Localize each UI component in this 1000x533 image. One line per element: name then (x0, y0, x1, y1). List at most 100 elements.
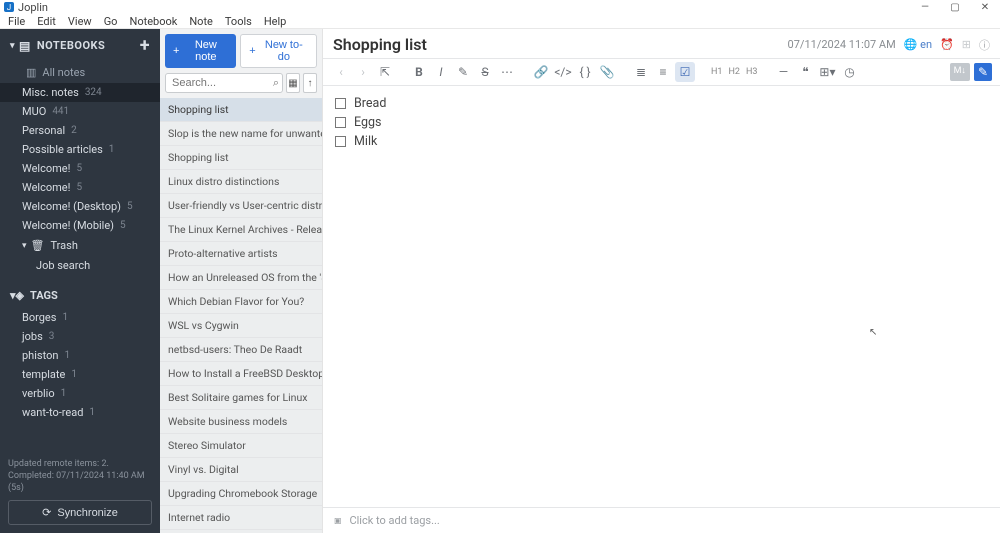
tags-header[interactable]: ▾ ◈ TAGS (0, 283, 160, 308)
menu-go[interactable]: Go (98, 15, 124, 28)
menu-edit[interactable]: Edit (31, 15, 62, 28)
note-list-item[interactable]: Shopping list (160, 98, 322, 122)
note-date: 07/11/2024 11:07 AM (788, 38, 896, 51)
bullet-list-button[interactable]: ≣ (631, 62, 651, 82)
search-icon[interactable]: ⌕ (273, 76, 279, 90)
note-list-item[interactable]: Best Solitaire games for Linux (160, 386, 322, 410)
notebook-item[interactable]: Misc. notes324 (0, 83, 160, 102)
more-format-button[interactable]: ⋯ (497, 62, 517, 82)
highlight-button[interactable]: ✎ (453, 62, 473, 82)
note-list-item[interactable]: WSL vs Cygwin (160, 314, 322, 338)
note-list-item[interactable]: The Linux Kernel Archives - Releases (160, 218, 322, 242)
notebook-item[interactable]: Welcome!5 (0, 178, 160, 197)
menu-note[interactable]: Note (183, 15, 219, 28)
synchronize-button[interactable]: ⟳ Synchronize (8, 500, 152, 525)
all-notes[interactable]: ▥ All notes (0, 62, 160, 83)
notebook-item[interactable]: Welcome!5 (0, 159, 160, 178)
checkbox-icon[interactable] (335, 117, 346, 128)
note-list-item[interactable]: Stereo Simulator (160, 434, 322, 458)
sort-toggle-button[interactable]: ▦ (286, 73, 300, 93)
notebook-item[interactable]: Welcome! (Mobile)5 (0, 216, 160, 235)
menu-view[interactable]: View (62, 15, 98, 28)
tag-item[interactable]: phiston1 (0, 346, 160, 365)
sort-direction-button[interactable]: ↑ (303, 73, 317, 93)
note-list-item[interactable]: How to Install a FreeBSD Desktop (160, 362, 322, 386)
h2-button[interactable]: H2 (726, 67, 741, 77)
notebooks-header[interactable]: ▾ ▤ NOTEBOOKS + (0, 29, 160, 62)
menu-tools[interactable]: Tools (219, 15, 258, 28)
notebook-item[interactable]: Welcome! (Desktop)5 (0, 197, 160, 216)
alarm-icon[interactable]: ⏰ (940, 38, 954, 51)
checklist-item[interactable]: Eggs (335, 113, 988, 132)
checkbox-icon[interactable] (335, 98, 346, 109)
note-list-item[interactable]: Internet radio (160, 506, 322, 530)
notebook-item[interactable]: MUO441 (0, 102, 160, 121)
stack-icon: ▥ (26, 66, 36, 79)
note-list-item[interactable]: Upgrading Chromebook Storage (160, 482, 322, 506)
note-list-item[interactable]: User-friendly vs User-centric distros (160, 194, 322, 218)
attach-button[interactable]: 📎 (597, 62, 617, 82)
checklist-item[interactable]: Milk (335, 132, 988, 151)
forward-button[interactable]: › (353, 62, 373, 82)
tag-item[interactable]: verblio1 (0, 384, 160, 403)
notebook-item[interactable]: Personal2 (0, 121, 160, 140)
notebook-item[interactable]: Possible articles1 (0, 140, 160, 159)
notebook-label: Welcome! (22, 181, 70, 194)
h3-button[interactable]: H3 (744, 67, 759, 77)
time-button[interactable]: ◷ (839, 62, 859, 82)
note-list-item[interactable]: Slop is the new name for unwanted AI-gen (160, 122, 322, 146)
menu-help[interactable]: Help (258, 15, 293, 28)
menu-file[interactable]: File (2, 15, 31, 28)
tag-item[interactable]: want-to-read1 (0, 403, 160, 422)
info-icon[interactable]: ⓘ (979, 37, 990, 53)
editor-body[interactable]: ↖ BreadEggsMilk (323, 86, 1000, 507)
note-list-item[interactable]: Vinyl vs. Digital (160, 458, 322, 482)
note-list-item[interactable]: netbsd-users: Theo De Raadt (160, 338, 322, 362)
trash-item[interactable]: Job search (0, 256, 160, 275)
note-list-item[interactable]: Website business models (160, 410, 322, 434)
checklist-item[interactable]: Bread (335, 94, 988, 113)
strikethrough-button[interactable]: S (475, 62, 495, 82)
quote-button[interactable]: ❝ (795, 62, 815, 82)
bold-button[interactable]: B (409, 62, 429, 82)
cursor-icon: ↖ (869, 327, 877, 338)
add-tags[interactable]: Click to add tags... (349, 514, 439, 527)
markdown-mode-button[interactable]: M↓ (950, 63, 970, 81)
tag-item[interactable]: jobs3 (0, 327, 160, 346)
layout-icon[interactable]: ⊞ (962, 38, 971, 51)
tag-item[interactable]: template1 (0, 365, 160, 384)
checkbox-icon[interactable] (335, 136, 346, 147)
hr-button[interactable]: — (773, 62, 793, 82)
sync-icon: ⟳ (42, 506, 51, 519)
note-list-item[interactable]: Which Debian Flavor for You? (160, 290, 322, 314)
h1-button[interactable]: H1 (709, 67, 724, 77)
code-button[interactable]: </> (553, 62, 573, 82)
new-note-button[interactable]: + New note (165, 34, 236, 68)
note-title[interactable]: Shopping list (333, 35, 427, 54)
spellcheck-button[interactable]: 🌐 en (904, 38, 932, 51)
window-close[interactable]: ✕ (970, 0, 1000, 14)
number-list-button[interactable]: ≡ (653, 62, 673, 82)
inline-code-button[interactable]: { } (575, 62, 595, 82)
note-list-item[interactable]: How an Unreleased OS from the '80s Inspi (160, 266, 322, 290)
window-maximize[interactable]: ▢ (940, 0, 970, 14)
note-list-item[interactable]: Shopping list (160, 146, 322, 170)
checkbox-list-button[interactable]: ☑ (675, 62, 695, 82)
note-list-item[interactable]: Linux distro distinctions (160, 170, 322, 194)
table-button[interactable]: ⊞▾ (817, 62, 837, 82)
notebook-label: MUO (22, 105, 46, 118)
search-input[interactable] (165, 73, 283, 93)
richtext-mode-button[interactable]: ✎ (974, 63, 992, 81)
italic-button[interactable]: I (431, 62, 451, 82)
external-edit-button[interactable]: ⇱ (375, 62, 395, 82)
new-todo-button[interactable]: + New to-do (240, 34, 317, 68)
trash[interactable]: ▾ 🗑 Trash (0, 235, 160, 256)
back-button[interactable]: ‹ (331, 62, 351, 82)
window-minimize[interactable]: — (910, 0, 940, 14)
notebook-icon: ▤ (19, 39, 31, 53)
menu-notebook[interactable]: Notebook (123, 15, 183, 28)
note-list-item[interactable]: Proto-alternative artists (160, 242, 322, 266)
link-button[interactable]: 🔗 (531, 62, 551, 82)
tag-item[interactable]: Borges1 (0, 308, 160, 327)
add-notebook-icon[interactable]: + (140, 35, 150, 56)
